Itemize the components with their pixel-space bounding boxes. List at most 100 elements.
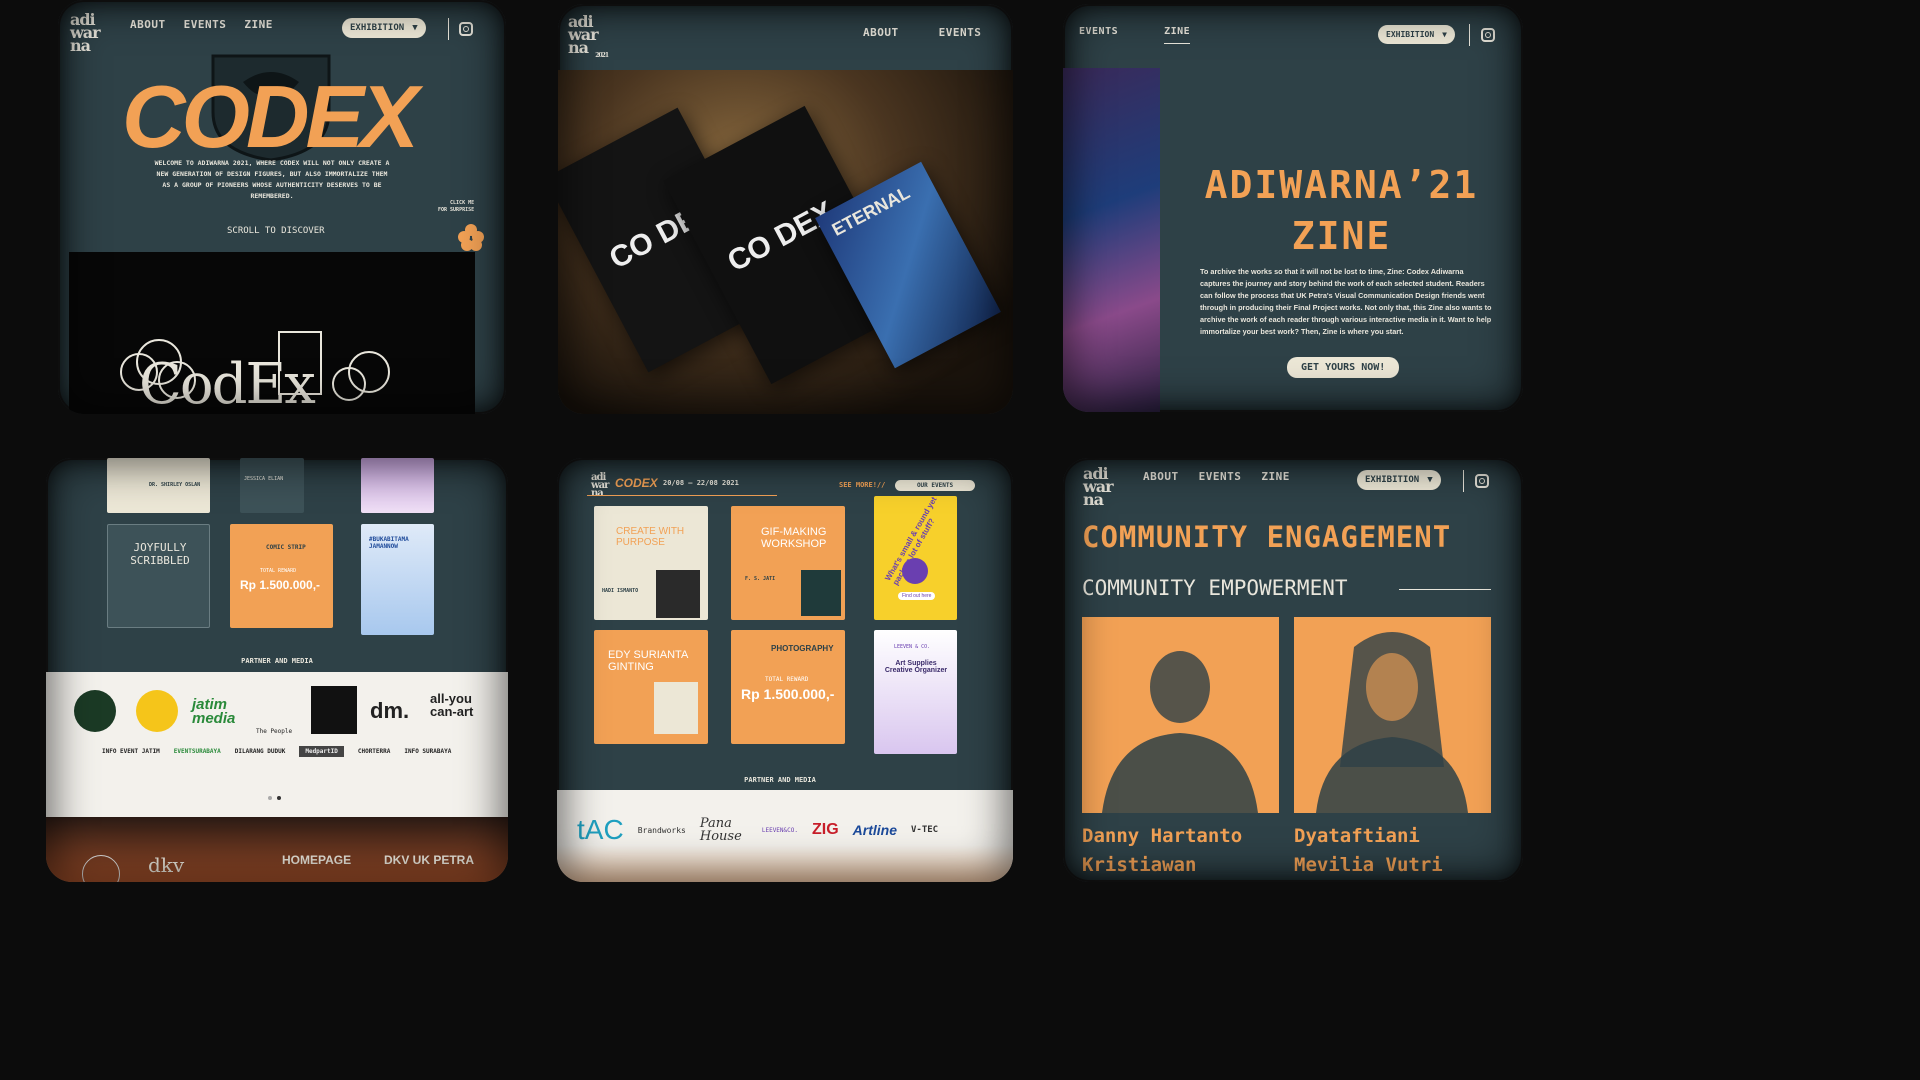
tac-badge-icon — [902, 558, 928, 584]
poster-text: COMIC STRIP — [266, 544, 306, 551]
nav-events[interactable]: EVENTS — [939, 26, 982, 39]
chevron-down-icon: ▼ — [1427, 475, 1433, 485]
scroll-hint[interactable]: SCROLL TO DISCOVER — [227, 226, 325, 236]
poster-name: LEEVEN & CO. — [894, 644, 931, 650]
zine-description: To archive the works so that it will not… — [1200, 267, 1492, 337]
zine-artwork — [1063, 68, 1160, 412]
carousel-dots[interactable] — [268, 796, 281, 800]
subheading-rule — [1399, 589, 1491, 590]
nav-events[interactable]: EVENTS — [184, 18, 227, 31]
panel-zine-photo: adi war na 2021 ABOUT EVENTS CO DEX CO DE… — [558, 4, 1013, 414]
university-seal-icon — [82, 855, 120, 882]
person-name: Dyataftiani Mevilia Vutri — [1294, 822, 1443, 879]
exhibition-dropdown[interactable]: EXHIBITION ▼ — [342, 18, 426, 38]
codex-title: CODEX — [122, 67, 419, 166]
poster-card[interactable]: COMIC STRIP TOTAL REWARD Rp 1.500.000,- — [230, 524, 333, 628]
partner-logo: INFO EVENT JATIM — [102, 748, 160, 755]
partner-logo-circle-yellow — [136, 690, 178, 732]
poster-title: CREATE WITH PURPOSE — [616, 526, 685, 548]
nav-zine[interactable]: ZINE — [1164, 26, 1191, 44]
partner-strip: jatim media The People dm. all-you can-a… — [46, 672, 508, 817]
logo-text: adi war na — [70, 10, 101, 55]
person-card[interactable] — [1294, 617, 1491, 813]
dkv-logo: dkv — [148, 853, 185, 877]
banner-wordmark: CodEx — [139, 352, 316, 414]
poster-card[interactable]: JESSICA ELIAN — [240, 458, 304, 513]
adiwarna-logo[interactable]: adi war na — [1083, 466, 1117, 507]
partner-title: PARTNER AND MEDIA — [241, 657, 313, 665]
footer-link-dkv[interactable]: DKV UK PETRA — [384, 853, 474, 867]
our-events-button[interactable]: OUR EVENTS — [895, 480, 975, 491]
zine-photo: CO DEX CO DEX ETERNAL — [558, 70, 1013, 414]
codex-brand: CODEX — [615, 476, 658, 490]
poster-title: Art Supplies Creative Organizer — [884, 660, 948, 674]
person-name: Danny Hartanto Kristiawan — [1082, 822, 1242, 879]
partner-strip: tAC Brandworks Pana House LEEVEN&CO. ZIG… — [557, 790, 1013, 882]
poster-title: EDY SURIANTA GINTING — [608, 649, 688, 673]
person-card[interactable] — [1082, 617, 1279, 813]
logo-text: adi war na — [1083, 464, 1114, 509]
poster-card[interactable]: #BUKABITAMA JAMANNOW — [361, 524, 434, 635]
poster-title: GIF-MAKING WORKSHOP — [761, 526, 827, 551]
chevron-down-icon: ▼ — [1442, 30, 1447, 39]
partner-logo-pana: Pana House — [699, 816, 742, 844]
event-dates: 20/08 – 22/08 2021 — [663, 479, 739, 487]
main-nav: ABOUT EVENTS ZINE — [130, 18, 273, 31]
footer-link-homepage[interactable]: HOMEPAGE — [282, 853, 351, 867]
logo-text: adi war na — [568, 12, 599, 57]
chevron-down-icon: ▼ — [412, 23, 418, 33]
exhibition-dropdown[interactable]: EXHIBITION ▼ — [1357, 470, 1441, 490]
event-poster[interactable]: CREATE WITH PURPOSE HADI ISMANTO — [594, 506, 708, 620]
nav-zine[interactable]: ZINE — [1261, 470, 1290, 483]
surprise-label: FOR SURPRISE — [438, 207, 475, 213]
partner-title: PARTNER AND MEDIA — [744, 776, 816, 784]
event-poster[interactable]: EDY SURIANTA GINTING — [594, 630, 708, 744]
poster-name: Find out here — [898, 592, 936, 600]
see-more-label: SEE MORE!// — [839, 481, 886, 489]
partner-logo: MedpartID — [299, 746, 344, 757]
nav-about[interactable]: ABOUT — [1143, 470, 1179, 483]
poster-title: PHOTOGRAPHY — [771, 644, 834, 653]
nav-divider — [1463, 470, 1464, 492]
exhibition-label: EXHIBITION — [1365, 475, 1420, 485]
partner-logo-tac: tAC — [577, 814, 624, 845]
adiwarna-logo[interactable]: adi war na — [70, 12, 104, 53]
poster-card[interactable]: DR. SHIRLEY OSLAN — [107, 458, 210, 513]
partner-logo-vtec: V-TEC — [911, 825, 939, 835]
person-name-first: Dyataftiani — [1294, 825, 1420, 847]
welcome-text: WELCOME TO ADIWARNA 2021, WHERE CODEX WI… — [154, 159, 390, 201]
partner-logo-allyoucanart: all-you can-art — [430, 691, 474, 719]
poster-name: HADI ISMANTO — [602, 588, 639, 594]
nav-zine[interactable]: ZINE — [244, 18, 273, 31]
carousel-dot-active[interactable] — [277, 796, 281, 800]
click-me-hint[interactable]: CLICK ME FOR SURPRISE — [438, 200, 474, 214]
poster-card[interactable] — [361, 458, 434, 513]
instagram-icon[interactable] — [459, 22, 473, 36]
adiwarna-logo[interactable]: adi war na 2021 — [568, 14, 609, 59]
poster-card[interactable]: JOYFULLY SCRIBBLED — [107, 524, 210, 628]
nav-about[interactable]: ABOUT — [130, 18, 166, 31]
exhibition-dropdown[interactable]: EXHIBITION ▼ — [1378, 25, 1455, 44]
get-yours-button[interactable]: GET YOURS NOW! — [1287, 357, 1400, 378]
exhibition-label: EXHIBITION — [350, 23, 405, 33]
nav-events[interactable]: EVENTS — [1199, 470, 1242, 483]
poster-text: JOYFULLY SCRIBBLED — [130, 541, 190, 567]
reward-amount: Rp 1.500.000,- — [240, 578, 321, 592]
nav-events[interactable]: EVENTS — [1079, 26, 1118, 44]
nav-about[interactable]: ABOUT — [863, 26, 899, 39]
partner-logo-brandworks: Brandworks — [637, 825, 686, 835]
instagram-icon[interactable] — [1481, 28, 1495, 42]
event-poster[interactable]: GIF-MAKING WORKSHOP F. S. JATI — [731, 506, 845, 620]
event-poster[interactable]: LEEVEN & CO. Art Supplies Creative Organ… — [874, 630, 957, 754]
partner-logo-jatim: jatim media — [192, 696, 236, 727]
nav-divider — [448, 18, 449, 40]
instagram-icon[interactable] — [1475, 474, 1489, 488]
event-poster[interactable]: What's small & round yet packs a lot of … — [874, 496, 957, 620]
codex-banner: CodEx — [69, 252, 475, 414]
partner-logo-circle-green — [74, 690, 116, 732]
panel-zine-info: EVENTS ZINE EXHIBITION ▼ ADIWARNA’21 ZIN… — [1063, 4, 1523, 412]
footer: dkv HOMEPAGE DKV UK PETRA — [46, 817, 508, 882]
carousel-dot[interactable] — [268, 796, 272, 800]
main-nav: ABOUT EVENTS — [863, 26, 981, 39]
event-poster[interactable]: PHOTOGRAPHY TOTAL REWARD Rp 1.500.000,- — [731, 630, 845, 744]
